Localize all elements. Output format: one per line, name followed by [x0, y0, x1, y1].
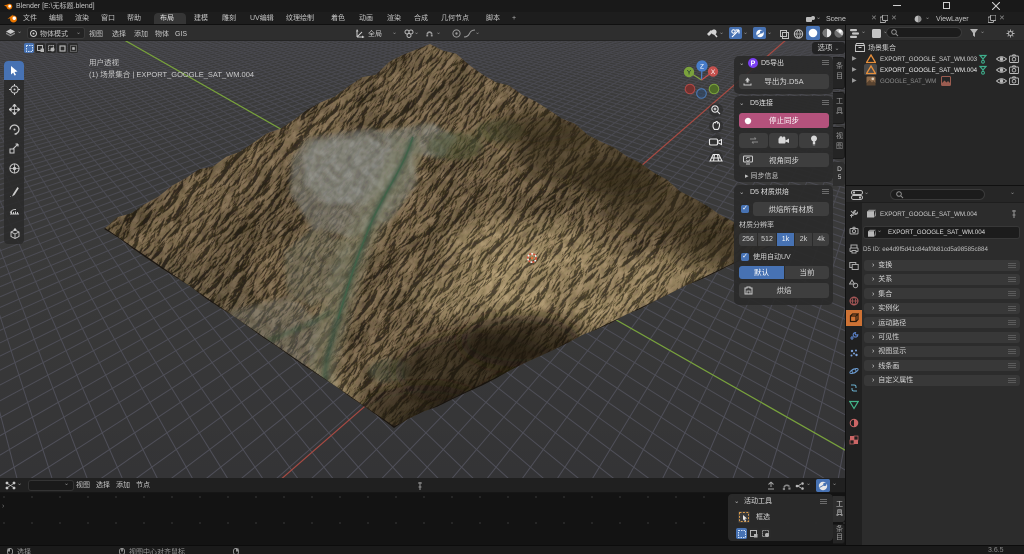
svg-text:P: P — [751, 61, 756, 68]
svg-text:X: X — [711, 69, 716, 76]
svg-text:Y: Y — [687, 69, 692, 76]
svg-text:Z: Z — [700, 64, 704, 71]
